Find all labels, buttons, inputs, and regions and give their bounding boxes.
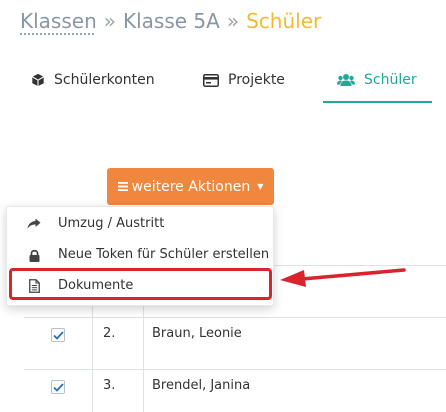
tab-label: Projekte — [228, 72, 285, 88]
tab-projekte[interactable]: Projekte — [203, 60, 285, 100]
menu-item-umzug-austritt[interactable]: Umzug / Austritt — [7, 209, 273, 239]
share-arrow-icon — [27, 217, 41, 231]
lock-icon — [27, 248, 41, 262]
tab-label: Schülerkonten — [54, 72, 155, 88]
check-icon — [52, 382, 64, 392]
menu-item-label: Neue Token für Schüler erstellen — [58, 247, 270, 262]
card-icon — [203, 73, 219, 87]
menu-item-label: Umzug / Austritt — [58, 216, 165, 231]
row-number: 2. — [103, 326, 116, 341]
check-icon — [52, 330, 64, 340]
breadcrumb-current: Schüler — [246, 9, 322, 33]
more-actions-label: weitere Aktionen — [131, 178, 251, 195]
breadcrumb-separator: » — [103, 9, 116, 33]
tab-schuelerkonten[interactable]: Schülerkonten — [31, 60, 155, 100]
menu-item-neue-token[interactable]: Neue Token für Schüler erstellen — [7, 240, 273, 270]
row-number: 3. — [103, 378, 116, 393]
row-checkbox[interactable] — [51, 380, 65, 394]
tab-bar: Schülerkonten Projekte Schüler — [0, 60, 446, 103]
breadcrumb-link-klassen[interactable]: Klassen — [20, 9, 97, 33]
caret-down-icon: ▼ — [257, 182, 264, 191]
student-name[interactable]: Brendel, Janina — [152, 378, 250, 393]
more-actions-button[interactable]: weitere Aktionen ▼ — [107, 168, 274, 205]
users-icon — [337, 73, 355, 87]
annotation-arrow-icon — [280, 268, 406, 287]
bars-icon — [117, 182, 128, 191]
highlight-box — [9, 268, 272, 300]
breadcrumb: Klassen » Klasse 5A » Schüler — [20, 9, 321, 33]
breadcrumb-separator: » — [226, 9, 240, 33]
tab-label: Schüler — [364, 72, 417, 88]
table-row[interactable]: 3. Brendel, Janina — [24, 362, 446, 412]
breadcrumb-item-klasse[interactable]: Klasse 5A — [123, 9, 220, 33]
row-checkbox[interactable] — [51, 328, 65, 342]
tab-schueler[interactable]: Schüler — [323, 60, 432, 103]
table-row[interactable]: 2. Braun, Leonie — [24, 310, 446, 362]
cube-icon — [31, 73, 45, 87]
student-name[interactable]: Braun, Leonie — [152, 326, 242, 341]
